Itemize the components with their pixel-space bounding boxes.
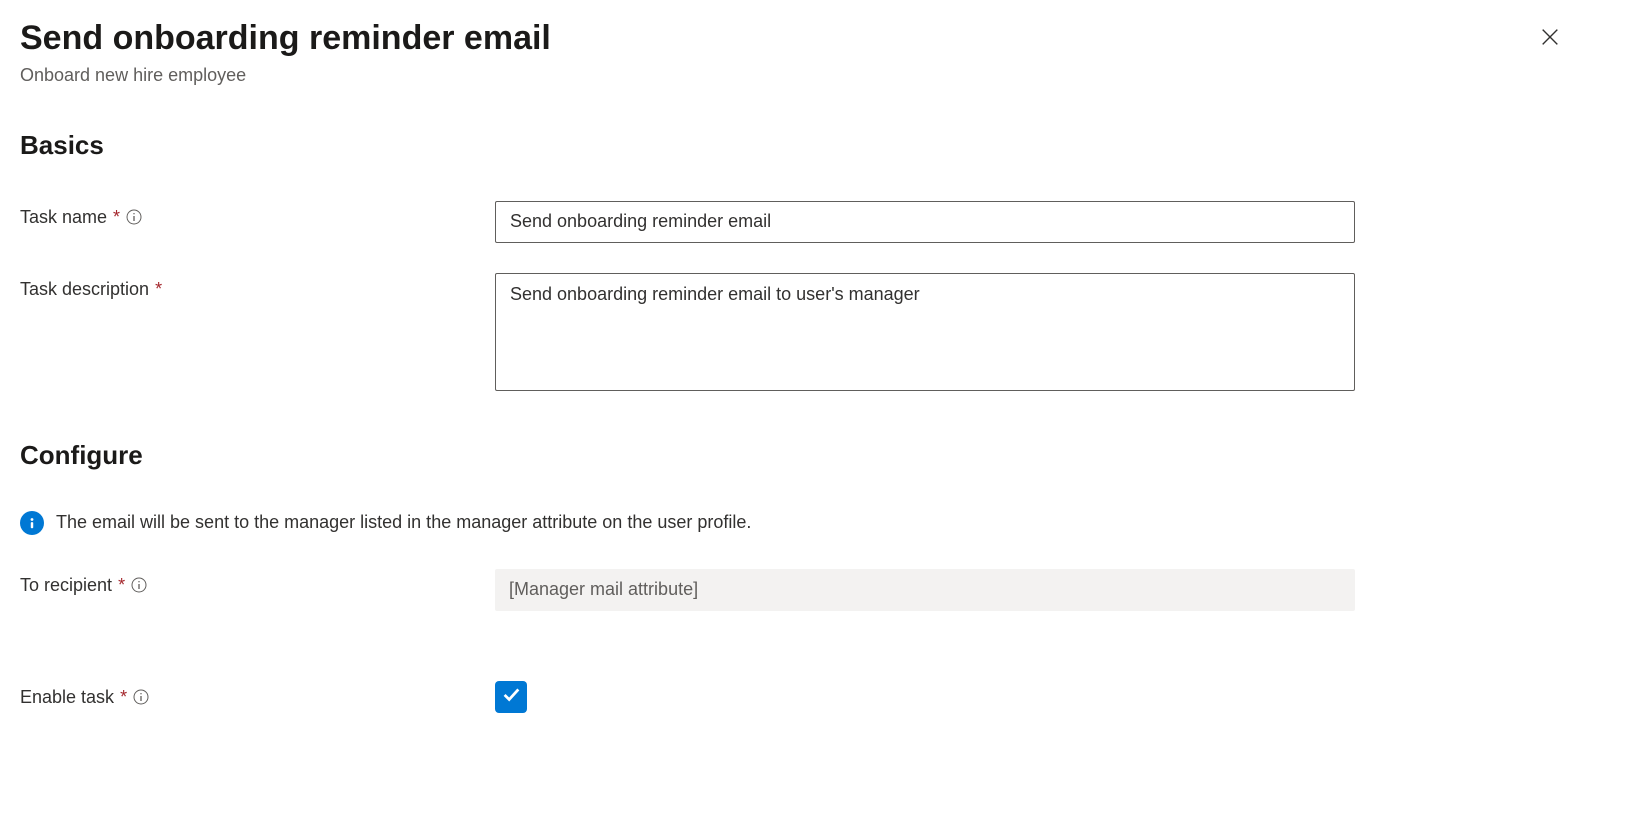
page-subtitle: Onboard new hire employee <box>20 65 1535 86</box>
enable-task-checkbox[interactable] <box>495 681 527 713</box>
panel-header: Send onboarding reminder email Onboard n… <box>20 18 1625 86</box>
to-recipient-label: To recipient <box>20 575 112 596</box>
required-indicator: * <box>118 575 125 596</box>
to-recipient-readonly: [Manager mail attribute] <box>495 569 1355 611</box>
required-indicator: * <box>113 207 120 228</box>
task-name-input-col <box>495 201 1355 243</box>
info-icon[interactable] <box>131 577 147 593</box>
close-icon <box>1539 36 1561 51</box>
configure-info-row: The email will be sent to the manager li… <box>20 511 1625 535</box>
enable-task-label: Enable task <box>20 687 114 708</box>
basics-heading: Basics <box>20 130 1625 161</box>
task-name-label-col: Task name * <box>20 201 495 228</box>
required-indicator: * <box>120 687 127 708</box>
close-button[interactable] <box>1535 22 1565 55</box>
enable-task-label-col: Enable task * <box>20 681 495 708</box>
task-name-label: Task name <box>20 207 107 228</box>
required-indicator: * <box>155 279 162 300</box>
task-name-input[interactable] <box>495 201 1355 243</box>
task-description-input-col <box>495 273 1355 396</box>
checkmark-icon <box>500 683 522 710</box>
task-description-row: Task description * <box>20 273 1625 396</box>
task-description-label-col: Task description * <box>20 273 495 300</box>
task-description-label: Task description <box>20 279 149 300</box>
configure-info-text: The email will be sent to the manager li… <box>56 512 751 533</box>
to-recipient-label-col: To recipient * <box>20 569 495 596</box>
to-recipient-input-col: [Manager mail attribute] <box>495 569 1355 611</box>
header-text-block: Send onboarding reminder email Onboard n… <box>20 18 1535 86</box>
enable-task-row: Enable task * <box>20 681 1625 713</box>
info-icon[interactable] <box>126 209 142 225</box>
task-name-row: Task name * <box>20 201 1625 243</box>
configure-heading: Configure <box>20 440 1625 471</box>
enable-task-input-col <box>495 681 1355 713</box>
to-recipient-row: To recipient * [Manager mail attribute] <box>20 569 1625 611</box>
task-description-input[interactable] <box>495 273 1355 391</box>
info-badge-icon <box>20 511 44 535</box>
info-icon[interactable] <box>133 689 149 705</box>
page-title: Send onboarding reminder email <box>20 18 1535 59</box>
